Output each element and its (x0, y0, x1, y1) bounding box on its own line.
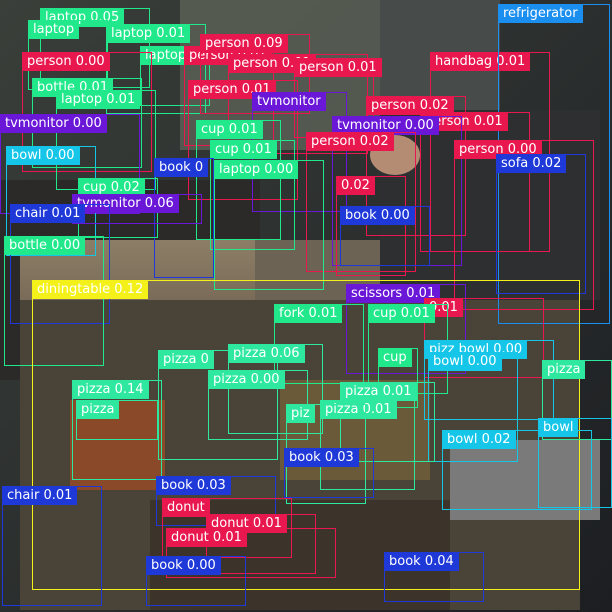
bowl-label: bowl (538, 418, 579, 437)
person-label: person 0.02 (306, 132, 394, 151)
person-label: person 0.09 (200, 34, 288, 53)
bowl-label: bowl 0.00 (6, 146, 80, 165)
cup-label: cup 0.01 (210, 140, 277, 159)
laptop-box (214, 160, 324, 290)
book-label: book 0.00 (340, 206, 415, 225)
bowl-label: bowl 0.02 (442, 430, 516, 449)
book-label: book 0.03 (284, 448, 359, 467)
laptop-label: laptop (28, 20, 80, 39)
book-label: book 0.03 (156, 476, 231, 495)
cup-label: cup 0.01 (368, 304, 435, 323)
diningtable-label: diningtable 0.12 (32, 280, 149, 299)
person-label: 0.02 (336, 176, 375, 195)
bottle-label: bottle 0.00 (4, 236, 86, 255)
laptop-label: laptop 0.00 (214, 160, 299, 179)
pizza-label: pizza 0.14 (72, 380, 149, 399)
pizza-label: pizza (76, 400, 120, 419)
pizza-label: pizza (542, 360, 586, 379)
pizza-label: pizza 0.00 (208, 370, 285, 389)
book-label: book 0 (154, 158, 209, 177)
donut-label: donut (162, 498, 210, 517)
chair-label: chair 0.01 (2, 486, 78, 505)
book-label: book 0.04 (384, 552, 459, 571)
sofa-label: sofa 0.02 (496, 154, 567, 173)
sofa-box (496, 154, 586, 294)
pizza-label: piz (286, 404, 315, 423)
person-label: person 0.01 (294, 58, 382, 77)
tvmonitor-label: tvmonitor (252, 92, 326, 111)
pizza-label: pizza 0.06 (228, 344, 305, 363)
refrigerator-label: refrigerator (498, 4, 583, 23)
detection-image: laptop 0.05 laptop laptop 0.01 laptop person… (0, 0, 612, 612)
person-label: person 0.00 (22, 52, 110, 71)
tvmonitor-label: tvmonitor 0.00 (0, 114, 107, 133)
cup-label: cup 0.01 (196, 120, 263, 139)
book-label: book 0.00 (146, 556, 221, 575)
laptop-label: laptop 0.01 (56, 90, 141, 109)
fork-label: fork 0.01 (274, 304, 343, 323)
laptop-label: laptop 0.01 (106, 24, 191, 43)
pizza-label: pizza 0.01 (340, 382, 417, 401)
chair-label: chair 0.01 (10, 204, 86, 223)
pizza-label: pizza 0 (158, 350, 214, 369)
cup-label: cup (378, 348, 412, 367)
bowl-label: bowl 0.00 (428, 352, 502, 371)
donut-label: donut 0.01 (166, 528, 247, 547)
